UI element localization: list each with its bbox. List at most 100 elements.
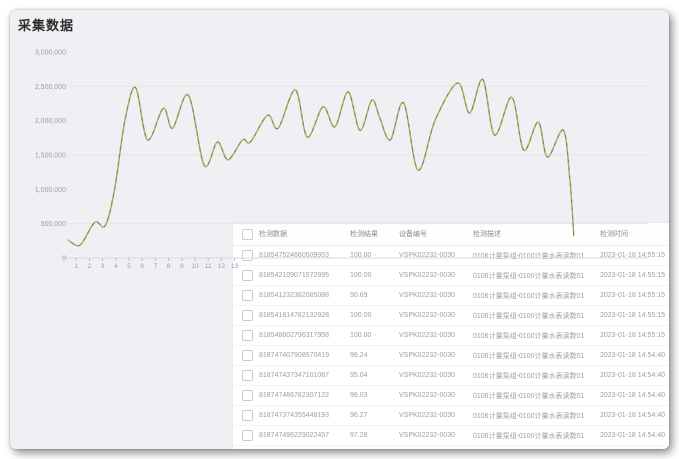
y-axis-tick-label: 3,000,000 (35, 50, 66, 57)
x-axis-tick-label: 5 (127, 263, 131, 270)
table-row: 81874737435544819396.27VSPK02232-0030010… (233, 406, 669, 426)
cell-detection-desc: 0106计量泵组-0100计量水表读数01 (471, 311, 598, 321)
collected-data-panel: 采集数据 3,000,000 2,500,000 2,000,000 1,500,00… (10, 10, 669, 449)
cell-detection-data: 818747437347101087 (257, 372, 348, 379)
x-axis-tick-label: 8 (167, 263, 171, 270)
cell-device-number: VSPK02232-0030 (397, 412, 471, 419)
cell-detection-data: 818747496229022457 (257, 432, 348, 439)
col-header-data: 检测数据 (257, 229, 348, 239)
row-checkbox[interactable] (242, 390, 253, 401)
row-checkbox[interactable] (242, 270, 253, 281)
table-row: 818547524660509953100.00VSPK02232-003001… (233, 246, 669, 266)
table-row: 81874740790857041996.24VSPK02232-0030010… (233, 346, 669, 366)
cell-detection-data: 818747466782307122 (257, 392, 348, 399)
cell-detection-data: 818747374355448193 (257, 412, 348, 419)
row-checkbox[interactable] (242, 370, 253, 381)
cell-detection-time: 2023-01-18 14:55:15 (598, 272, 669, 279)
cell-detection-time: 2023-01-18 14:54:40 (598, 392, 669, 399)
row-checkbox[interactable] (242, 410, 253, 421)
cell-detection-desc: 0106计量泵组-0100计量水表读数01 (471, 371, 598, 381)
row-checkbox[interactable] (242, 430, 253, 441)
page-title: 采集数据 (18, 15, 74, 34)
table-row: 81874749622902245797.28VSPK02232-0030010… (233, 426, 669, 446)
cell-detection-result: 100.00 (348, 332, 397, 339)
y-axis-tick-label: 500,000 (41, 221, 66, 228)
x-axis-tick-label: 4 (114, 263, 118, 270)
cell-detection-desc: 0106计量泵组-0100计量水表读数01 (471, 251, 598, 261)
cell-detection-result: 96.24 (348, 352, 397, 359)
chart-gridlines (67, 86, 648, 223)
cell-device-number: VSPK02232-0030 (397, 392, 471, 399)
y-axis-tick-label: 2,500,000 (35, 84, 66, 91)
cell-detection-data: 818541814782132928 (257, 312, 348, 319)
cell-detection-data: 818547524660509953 (257, 252, 348, 259)
row-checkbox[interactable] (242, 330, 253, 341)
cell-detection-result: 96.03 (348, 392, 397, 399)
cell-detection-time: 2023-01-18 14:55:15 (598, 252, 669, 259)
table-row: 81854123238208508890.69VSPK02232-0030010… (233, 286, 669, 306)
select-all-checkbox[interactable] (242, 229, 253, 240)
x-axis-tick-label: 7 (154, 263, 158, 270)
x-axis-tick-label: 3 (101, 263, 105, 270)
table-row: 81874743734710108795.04VSPK02232-0030010… (233, 366, 669, 386)
y-axis-tick-label: 2,000,000 (35, 118, 66, 125)
cell-detection-result: 100.00 (348, 252, 397, 259)
row-checkbox[interactable] (242, 250, 253, 261)
x-axis-tick-label: 1 (74, 263, 78, 270)
cell-device-number: VSPK02232-0030 (397, 252, 471, 259)
col-header-desc: 检测描述 (471, 229, 598, 239)
cell-detection-time: 2023-01-18 14:55:15 (598, 292, 669, 299)
cell-detection-time: 2023-01-18 14:54:40 (598, 412, 669, 419)
col-header-result: 检测结果 (348, 229, 397, 239)
y-axis-tick-label: 1,000,000 (35, 187, 66, 194)
chart-line-orange-series (68, 79, 574, 245)
cell-detection-time: 2023-01-18 14:54:40 (598, 352, 669, 359)
table-row: 81874746678230712296.03VSPK02232-0030010… (233, 386, 669, 406)
row-checkbox[interactable] (242, 350, 253, 361)
table-row: 818548602796317958100.00VSPK02232-003001… (233, 326, 669, 346)
cell-detection-data: 818541232382085088 (257, 292, 348, 299)
chart-line-green-series (68, 79, 574, 245)
cell-device-number: VSPK02232-0030 (397, 332, 471, 339)
cell-detection-time: 2023-01-18 14:54:40 (598, 432, 669, 439)
cell-detection-desc: 0106计量泵组-0100计量水表读数01 (471, 331, 598, 341)
cell-device-number: VSPK02232-0030 (397, 272, 471, 279)
cell-detection-result: 100.00 (348, 272, 397, 279)
cell-device-number: VSPK02232-0030 (397, 312, 471, 319)
cell-detection-desc: 0106计量泵组-0100计量水表读数01 (471, 351, 598, 361)
row-checkbox[interactable] (242, 290, 253, 301)
x-axis-tick-label: 6 (140, 263, 144, 270)
cell-detection-time: 2023-01-18 14:55:15 (598, 312, 669, 319)
table-row: 818542109071572995100.00VSPK02232-003001… (233, 266, 669, 286)
y-axis-tick-label: 0 (62, 256, 66, 263)
cell-detection-data: 818548602796317958 (257, 332, 348, 339)
cell-detection-desc: 0106计量泵组-0100计量水表读数01 (471, 271, 598, 281)
cell-detection-result: 95.04 (348, 372, 397, 379)
cell-detection-time: 2023-01-18 14:55:15 (598, 332, 669, 339)
cell-device-number: VSPK02232-0030 (397, 352, 471, 359)
cell-detection-result: 97.28 (348, 432, 397, 439)
col-header-device: 设备编号 (397, 229, 471, 239)
cell-detection-result: 100.00 (348, 312, 397, 319)
cell-detection-desc: 0106计量泵组-0100计量水表读数01 (471, 391, 598, 401)
cell-device-number: VSPK02232-0030 (397, 292, 471, 299)
cell-detection-data: 818747407908570419 (257, 352, 348, 359)
x-axis-tick-label: 9 (180, 263, 184, 270)
y-axis-tick-label: 1,500,000 (35, 153, 66, 160)
cell-device-number: VSPK02232-0030 (397, 432, 471, 439)
x-axis-tick-label: 10 (191, 263, 199, 270)
cell-detection-time: 2023-01-18 14:54:40 (598, 372, 669, 379)
detection-data-table: 检测数据 检测结果 设备编号 检测描述 检测时间 818547524660509… (232, 222, 669, 449)
cell-detection-result: 96.27 (348, 412, 397, 419)
row-checkbox[interactable] (242, 310, 253, 321)
cell-detection-desc: 0106计量泵组-0100计量水表读数01 (471, 431, 598, 441)
x-axis-tick-label: 11 (205, 263, 212, 270)
cell-device-number: VSPK02232-0030 (397, 372, 471, 379)
cell-detection-data: 818542109071572995 (257, 272, 348, 279)
x-axis-tick-label: 12 (218, 263, 226, 270)
table-body: 818547524660509953100.00VSPK02232-003001… (233, 246, 669, 446)
x-axis-tick-label: 2 (88, 263, 92, 270)
cell-detection-desc: 0106计量泵组-0100计量水表读数01 (471, 411, 598, 421)
cell-detection-result: 90.69 (348, 292, 397, 299)
cell-detection-desc: 0106计量泵组-0100计量水表读数01 (471, 291, 598, 301)
